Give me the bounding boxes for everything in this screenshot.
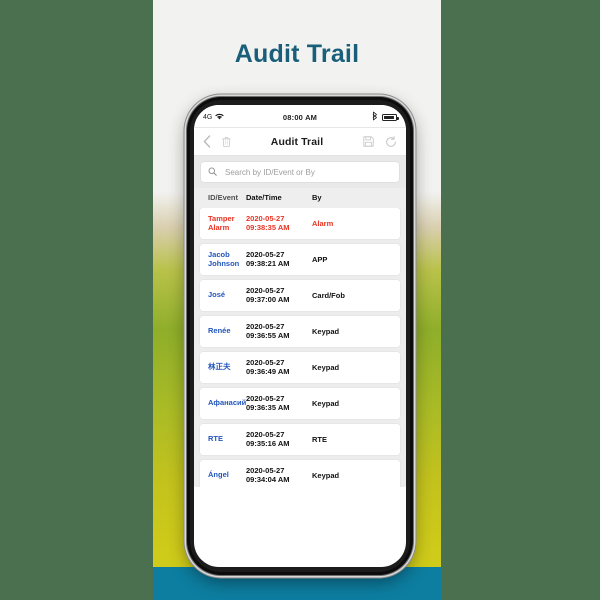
floppy-disk-icon[interactable]	[363, 136, 374, 147]
cell-date-time: 2020-05-27 09:36:49 AM	[246, 357, 290, 377]
cell-id-event: Jacob Johnson	[208, 249, 240, 269]
search-input[interactable]	[223, 166, 392, 178]
column-header-id-event: ID/Event	[208, 193, 239, 202]
phone-screen: 4G 08:00 AM Audit Trail Search by ID/Eve…	[194, 105, 406, 567]
app-header: Audit Trail	[194, 128, 406, 156]
status-bar-right	[332, 111, 399, 123]
table-row[interactable]: 林正夫 2020-05-27 09:36:49 AM Keypad	[200, 351, 400, 383]
table-row[interactable]: Renée 2020-05-27 09:36:55 AM Keypad	[200, 315, 400, 347]
trash-icon[interactable]	[222, 136, 231, 148]
chevron-left-icon[interactable]	[203, 135, 211, 148]
table-row[interactable]: Jacob Johnson 2020-05-27 09:38:21 AM APP	[200, 243, 400, 275]
cell-id-event: 林正夫	[208, 362, 231, 372]
cell-by: Card/Fob	[312, 290, 345, 300]
cell-by: Alarm	[312, 218, 334, 228]
status-bar-time: 08:00 AM	[282, 112, 318, 122]
table-row[interactable]: RTE 2020-05-27 09:35:16 AM RTE	[200, 423, 400, 455]
cell-id-event: Афанасий	[208, 398, 247, 408]
status-bar-left: 4G	[203, 113, 268, 122]
cell-id-event: Ángel	[208, 470, 229, 480]
cell-id-event: RTE	[208, 434, 223, 444]
table-row[interactable]: Афанасий 2020-05-27 09:36:35 AM Keypad	[200, 387, 400, 419]
cell-by: RTE	[312, 434, 327, 444]
table-row[interactable]: José 2020-05-27 09:37:00 AM Card/Fob	[200, 279, 400, 311]
cell-date-time: 2020-05-27 09:37:00 AM	[246, 285, 290, 305]
search-icon	[208, 163, 217, 181]
cell-date-time: 2020-05-27 09:35:16 AM	[246, 429, 290, 449]
cell-date-time: 2020-05-27 09:34:04 AM	[246, 465, 290, 485]
cell-id-event: Renée	[208, 326, 231, 336]
search-bar-container	[194, 156, 406, 188]
column-header-by: By	[312, 193, 322, 203]
cell-date-time: 2020-05-27 09:36:55 AM	[246, 321, 290, 341]
table-column-headers: ID/Event Date/Time By	[194, 188, 406, 208]
cell-by: Keypad	[312, 470, 340, 480]
network-label: 4G	[203, 113, 213, 121]
phone-mockup: 4G 08:00 AM Audit Trail Search by ID/Eve…	[187, 97, 413, 575]
cell-by: APP	[312, 254, 328, 264]
cell-id-event: José	[208, 290, 226, 300]
column-header-date-time: Date/Time	[246, 193, 282, 202]
status-bar: 4G 08:00 AM	[194, 105, 406, 128]
app-bar-title: Audit Trail	[270, 135, 324, 148]
refresh-icon[interactable]	[385, 135, 397, 148]
cell-date-time: 2020-05-27 09:38:21 AM	[246, 249, 290, 269]
battery-icon	[382, 113, 399, 121]
cell-date-time: 2020-05-27 09:38:35 AM	[246, 213, 290, 233]
cell-by: Keypad	[312, 326, 340, 336]
cell-by: Keypad	[312, 398, 340, 408]
bluetooth-icon	[372, 111, 378, 123]
search-box[interactable]	[201, 162, 399, 182]
cell-by: Keypad	[312, 362, 340, 372]
audit-trail-list[interactable]: Tamper Alarm 2020-05-27 09:38:35 AM Alarm J…	[194, 207, 406, 487]
wifi-icon	[215, 113, 225, 122]
cell-date-time: 2020-05-27 09:36:35 AM	[246, 393, 290, 413]
page-title: Audit Trail	[234, 40, 360, 68]
table-row[interactable]: Tamper Alarm 2020-05-27 09:38:35 AM Alarm	[200, 207, 400, 239]
cell-id-event: Tamper Alarm	[208, 213, 235, 233]
table-row[interactable]: Ángel 2020-05-27 09:34:04 AM Keypad	[200, 459, 400, 487]
